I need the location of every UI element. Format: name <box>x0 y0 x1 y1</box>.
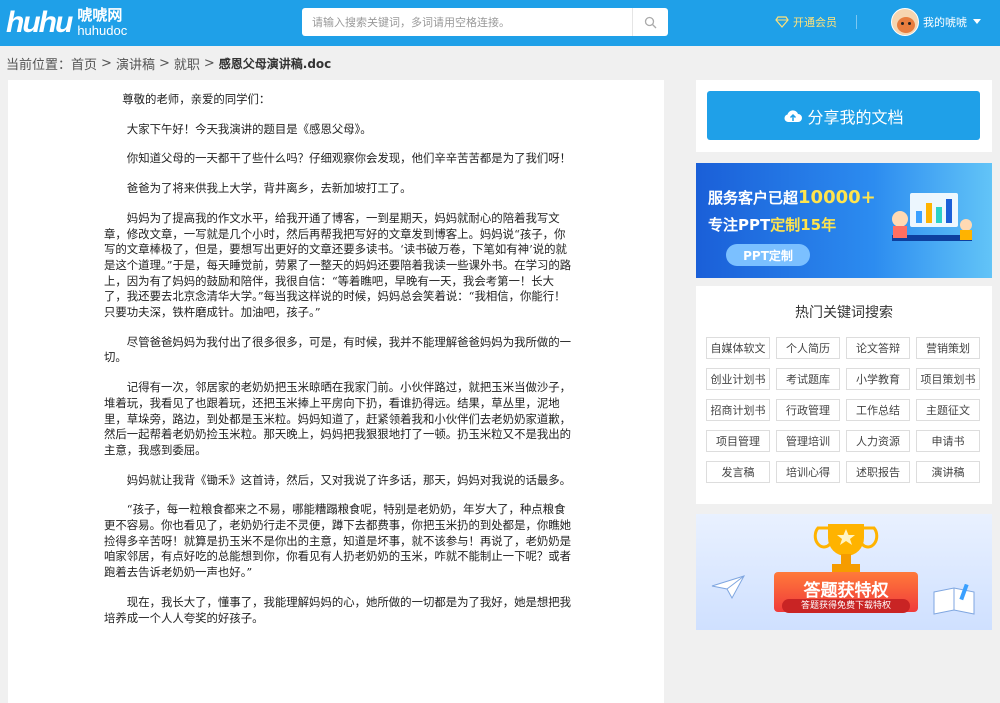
keyword-tag[interactable]: 小学教育 <box>846 368 910 390</box>
breadcrumb-current: 感恩父母演讲稿.doc <box>218 57 332 71</box>
keyword-tag[interactable]: 培训心得 <box>776 461 840 483</box>
hot-keywords-title: 热门关键词搜索 <box>795 305 893 321</box>
share-document-button[interactable]: 分享我的文档 <box>707 91 980 140</box>
keyword-tag[interactable]: 项目策划书 <box>916 368 980 390</box>
keyword-tag[interactable]: 个人简历 <box>776 337 840 359</box>
vip-label: 开通会员 <box>793 16 837 29</box>
search-icon <box>644 16 657 28</box>
hot-keywords-panel: 热门关键词搜索 自媒体软文 个人简历 论文答辩 营销策划 创业计划书 考试题库 … <box>696 286 992 504</box>
keyword-tag[interactable]: 行政管理 <box>776 399 840 421</box>
ad-line-2: 专注PPT定制15年 <box>708 216 837 234</box>
top-header: huhu 唬唬网 huhudoc 开通会员 我的唬唬 <box>0 0 1000 46</box>
ad2-title: 答题获特权 <box>803 581 889 601</box>
keyword-tag[interactable]: 项目管理 <box>706 430 770 452</box>
ppt-custom-ad-banner[interactable]: 服务客户已超10000+ 专注PPT定制15年 PPT定制 <box>696 163 992 278</box>
site-logo[interactable]: huhu 唬唬网 huhudoc <box>6 6 127 40</box>
paragraph: 尊敬的老师，亲爱的同学们： <box>122 92 271 106</box>
breadcrumb-speeches[interactable]: 演讲稿 <box>116 54 155 73</box>
quiz-privilege-ad-banner[interactable]: 答题获特权 答题获得免费下载特权 <box>696 514 992 630</box>
document-body: 尊敬的老师，亲爱的同学们： 大家下午好！今天我演讲的题目是《感恩父母》。 你知道… <box>104 92 576 640</box>
keyword-tag[interactable]: 考试题库 <box>776 368 840 390</box>
paragraph: 记得有一次，邻居家的老奶奶把玉米晾晒在我家门前。小伙伴路过，就把玉米当做沙子，堆… <box>104 380 572 457</box>
keyword-tag[interactable]: 人力资源 <box>846 430 910 452</box>
keyword-tag[interactable]: 发言稿 <box>706 461 770 483</box>
chevron-down-icon <box>973 19 981 24</box>
cloud-upload-icon <box>784 109 803 122</box>
trophy-icon <box>813 524 879 572</box>
avatar <box>891 8 919 36</box>
keyword-tag[interactable]: 工作总结 <box>846 399 910 421</box>
user-menu[interactable]: 我的唬唬 <box>891 8 981 36</box>
paragraph: 大家下午好！今天我演讲的题目是《感恩父母》。 <box>126 121 372 136</box>
search-box <box>302 8 668 36</box>
ad-line-1: 服务客户已超10000+ <box>708 187 876 208</box>
logo-mark: huhu <box>6 6 73 39</box>
keyword-tag[interactable]: 招商计划书 <box>706 399 770 421</box>
ad2-subtitle: 答题获得免费下载特权 <box>782 599 910 613</box>
paragraph: 爸爸为了将来供我上大学，背井离乡，去新加坡打工了。 <box>126 181 412 196</box>
paragraph: 你知道父母的一天都干了些什么吗？仔细观察你会发现，他们辛辛苦苦都是为了我们呀！ <box>126 151 572 166</box>
breadcrumb-inauguration[interactable]: 就职 <box>174 54 200 73</box>
breadcrumb-sep: > <box>158 56 170 71</box>
keyword-tag[interactable]: 管理培训 <box>776 430 840 452</box>
paragraph: “孩子，每一粒粮食都来之不易，哪能糟蹋粮食呢，特别是老奶奶，年岁大了，种点粮食更… <box>104 502 572 580</box>
paragraph: 妈妈为了提高我的作文水平，给我开通了博客，一到星期天，妈妈就耐心的陪着我写文章，… <box>104 210 572 320</box>
ppt-custom-button[interactable]: PPT定制 <box>726 244 810 266</box>
logo-en: huhudoc <box>77 23 128 38</box>
breadcrumb-prefix: 当前位置： <box>6 58 72 73</box>
keyword-tag[interactable]: 营销策划 <box>916 337 980 359</box>
share-panel: 分享我的文档 <box>696 80 992 152</box>
user-menu-label: 我的唬唬 <box>923 16 967 29</box>
document-viewer: 尊敬的老师，亲爱的同学们： 大家下午好！今天我演讲的题目是《感恩父母》。 你知道… <box>8 80 664 703</box>
breadcrumb-sep: > <box>203 56 215 71</box>
keyword-tag[interactable]: 述职报告 <box>846 461 910 483</box>
breadcrumb-home[interactable]: 首页 <box>71 54 97 73</box>
search-input[interactable] <box>302 8 632 36</box>
office-illustration-icon <box>892 193 972 241</box>
keyword-grid: 自媒体软文 个人简历 论文答辩 营销策划 创业计划书 考试题库 小学教育 项目策… <box>706 337 982 483</box>
paragraph: 妈妈就让我背《锄禾》这首诗，然后，又对我说了许多话，那天，妈妈对我说的话最多。 <box>126 472 572 487</box>
diamond-icon <box>775 16 789 28</box>
keyword-tag[interactable]: 自媒体软文 <box>706 337 770 359</box>
keyword-tag[interactable]: 创业计划书 <box>706 368 770 390</box>
header-divider <box>856 15 857 29</box>
search-button[interactable] <box>632 8 668 36</box>
logo-cn: 唬唬网 <box>77 6 123 24</box>
keyword-tag[interactable]: 主题征文 <box>916 399 980 421</box>
logo-text: 唬唬网 huhudoc <box>77 6 128 39</box>
vip-link[interactable]: 开通会员 <box>775 14 837 30</box>
paragraph: 尽管爸爸妈妈为我付出了很多很多，可是，有时候，我并不能理解爸爸妈妈为我所做的一切… <box>104 334 572 365</box>
keyword-tag[interactable]: 申请书 <box>916 430 980 452</box>
keyword-tag[interactable]: 演讲稿 <box>916 461 980 483</box>
share-label: 分享我的文档 <box>807 107 904 127</box>
breadcrumb-sep: > <box>101 56 112 71</box>
keyword-tag[interactable]: 论文答辩 <box>846 337 910 359</box>
book-icon <box>933 584 975 615</box>
paragraph: 现在，我长大了，懂事了，我能理解妈妈的心，她所做的一切都是为了我好，她是想把我培… <box>104 594 572 625</box>
paper-plane-icon <box>711 575 746 600</box>
breadcrumb: 当前位置： 首页 > 演讲稿 > 就职 > 感恩父母演讲稿.doc <box>6 54 335 73</box>
